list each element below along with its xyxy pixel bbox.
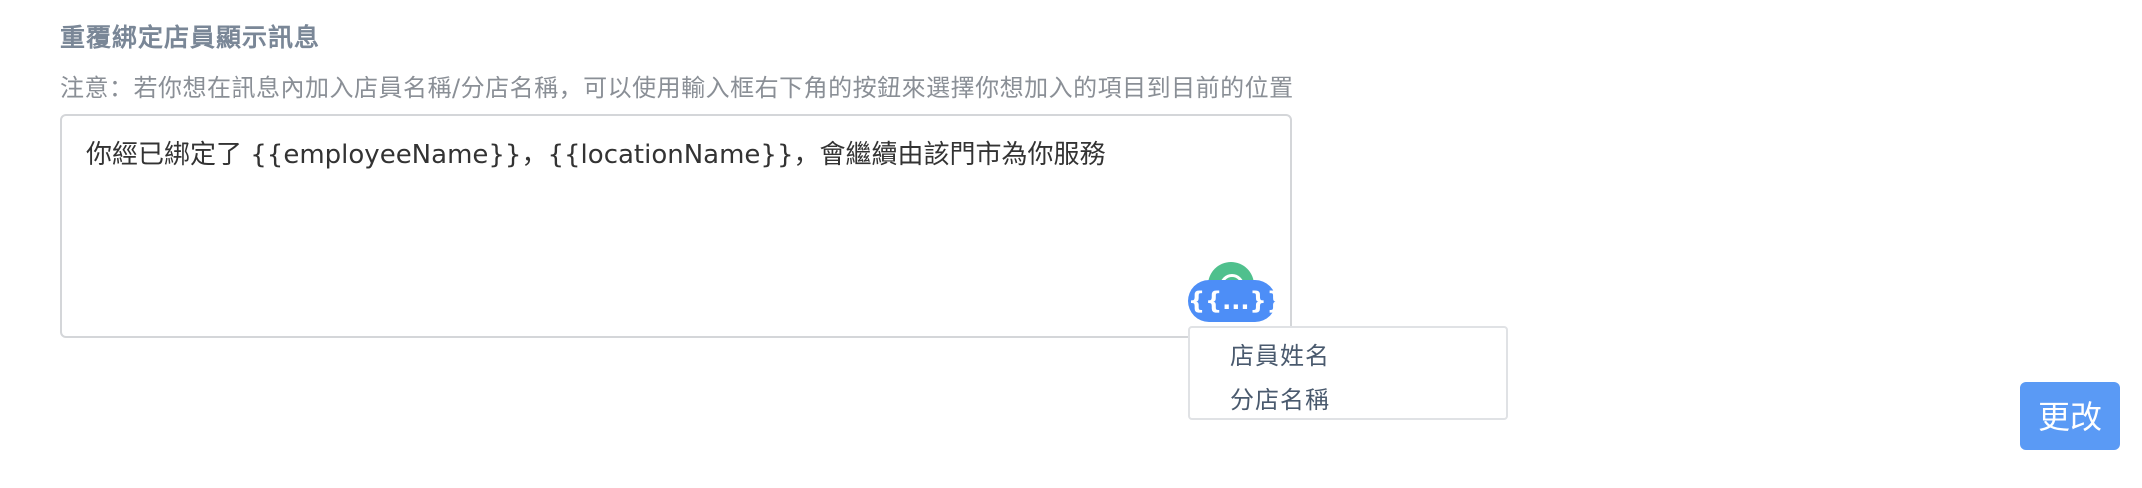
- insert-variable-button[interactable]: {{...}}: [1188, 280, 1284, 322]
- variable-picker: {{...}}: [1188, 262, 1284, 324]
- message-text[interactable]: 你經已綁定了 {{employeeName}}，{{locationName}}…: [86, 134, 1106, 171]
- section-title: 重覆綁定店員顯示訊息: [60, 23, 321, 52]
- variable-dropdown-menu: 店員姓名 分店名稱: [1188, 326, 1508, 420]
- submit-button[interactable]: 更改: [2020, 382, 2120, 450]
- message-editor[interactable]: 你經已綁定了 {{employeeName}}，{{locationName}}…: [60, 114, 1292, 338]
- hint-text: 注意：若你想在訊息內加入店員名稱/分店名稱，可以使用輸入框右下角的按鈕來選擇你想…: [60, 74, 1294, 102]
- dropdown-item-employee-name[interactable]: 店員姓名: [1230, 336, 1330, 371]
- dropdown-item-location-name[interactable]: 分店名稱: [1230, 380, 1330, 415]
- page: 重覆綁定店員顯示訊息 注意：若你想在訊息內加入店員名稱/分店名稱，可以使用輸入框…: [0, 0, 2142, 488]
